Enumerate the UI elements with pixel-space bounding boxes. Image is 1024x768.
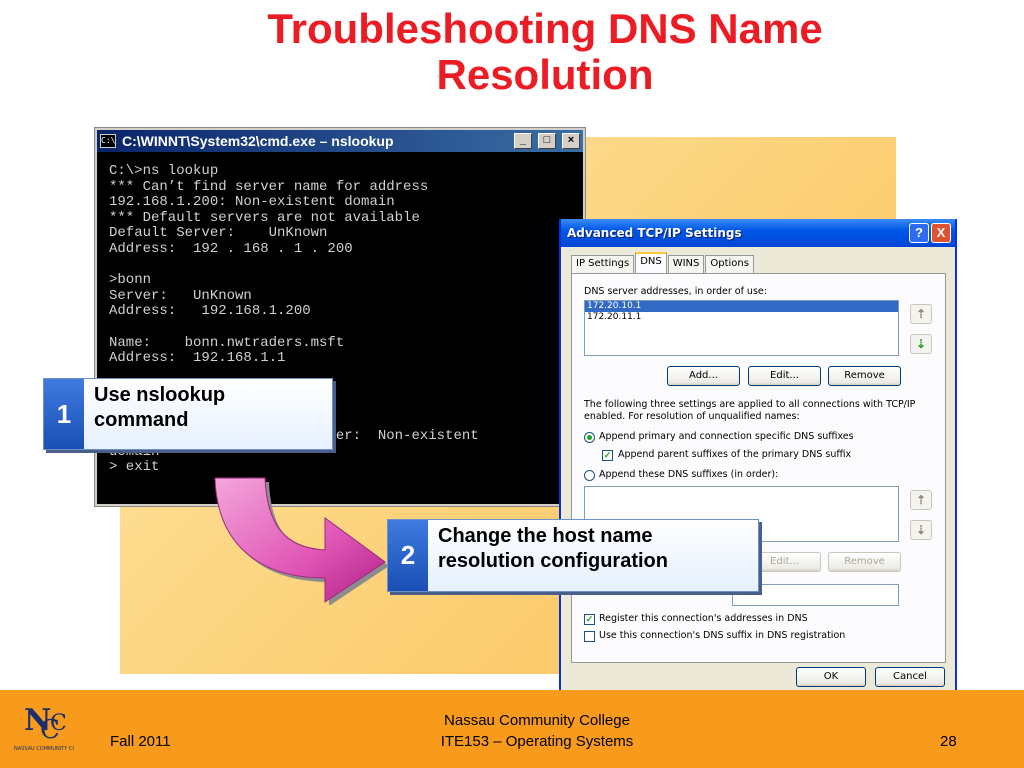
help-icon[interactable]: ? [909, 223, 929, 243]
close-icon[interactable]: X [931, 223, 951, 243]
cmd-line: Address: 192 . 168 . 1 . 200 [109, 240, 353, 257]
close-icon[interactable]: × [562, 133, 580, 149]
cmd-line: Default Server: UnKnown [109, 225, 328, 242]
callout-text: Use nslookup command [84, 379, 332, 449]
move-up-icon[interactable]: ⇡ [910, 304, 932, 324]
remove-button[interactable]: Remove [828, 366, 901, 386]
tab-dns[interactable]: DNS [635, 252, 667, 273]
callout-1: 1 Use nslookup command [43, 378, 333, 450]
description-line1: The following three settings are applied… [584, 399, 916, 410]
curved-arrow-icon [214, 477, 389, 605]
tab-wins[interactable]: WINS [667, 255, 705, 273]
callout-number: 2 [388, 520, 428, 591]
use-suffix-checkbox[interactable] [584, 631, 595, 642]
advanced-tcpip-dialog[interactable]: Advanced TCP/IP Settings ? X IP Settings… [559, 219, 957, 696]
maximize-icon[interactable]: □ [538, 133, 556, 149]
list-item[interactable]: 172.20.11.1 [585, 312, 898, 323]
register-label: Register this connection's addresses in … [599, 613, 808, 624]
minimize-icon[interactable]: _ [514, 133, 532, 149]
slide-title: Troubleshooting DNS Name Resolution [150, 6, 940, 98]
append-these-label: Append these DNS suffixes (in order): [599, 469, 779, 480]
dialog-titlebar[interactable]: Advanced TCP/IP Settings ? X [561, 219, 955, 247]
cmd-line [109, 258, 583, 274]
append-primary-label: Append primary and connection specific D… [599, 431, 854, 442]
cmd-titlebar[interactable]: C:\ C:\WINNT\System32\cmd.exe – nslookup… [97, 130, 583, 152]
edit-button[interactable]: Edit... [748, 366, 821, 386]
svg-text:NASSAU COMMUNITY COLLEGE: NASSAU COMMUNITY COLLEGE [14, 746, 74, 752]
cmd-line [109, 320, 583, 336]
append-these-radio[interactable] [584, 470, 595, 481]
cmd-title: C:\WINNT\System32\cmd.exe – nslookup [122, 133, 394, 149]
slide-title-line2: Resolution [436, 51, 654, 98]
cmd-line: Name: bonn.nwtraders.msft [109, 334, 345, 351]
callout-text-line2: resolution configuration [438, 550, 668, 572]
cmd-line: *** Can’t find server name for address [109, 178, 429, 195]
tab-ip-settings[interactable]: IP Settings [571, 255, 635, 273]
cancel-button[interactable]: Cancel [875, 667, 945, 687]
svg-text:C: C [50, 711, 67, 736]
cmd-line: Address: 192.168.1.1 [109, 350, 286, 367]
cmd-line: >bonn [109, 272, 152, 289]
tab-options[interactable]: Options [705, 255, 754, 273]
use-suffix-label: Use this connection's DNS suffix in DNS … [599, 630, 846, 641]
callout-text-line1: Use nslookup [94, 384, 226, 406]
suffix-remove-button[interactable]: Remove [828, 552, 901, 572]
callout-text: Change the host name resolution configur… [428, 520, 758, 591]
suffix-move-up-icon[interactable]: ⇡ [910, 490, 932, 510]
college-logo: N C C NASSAU COMMUNITY COLLEGE [14, 703, 74, 752]
append-parent-checkbox[interactable]: ✓ [602, 450, 613, 461]
footer-page-number: 28 [940, 733, 957, 750]
callout-2: 2 Change the host name resolution config… [387, 519, 759, 592]
list-item[interactable]: 172.20.10.1 [585, 301, 898, 312]
dialog-title: Advanced TCP/IP Settings [567, 226, 742, 240]
slide-title-line1: Troubleshooting DNS Name [267, 5, 823, 52]
suffix-move-down-icon[interactable]: ⇣ [910, 520, 932, 540]
callout-number: 1 [44, 379, 84, 449]
footer-term: Fall 2011 [110, 733, 171, 750]
append-primary-radio[interactable] [584, 432, 595, 443]
add-button[interactable]: Add... [667, 366, 740, 386]
cmd-line: C:\>ns lookup [109, 163, 219, 179]
dns-tab-panel: DNS server addresses, in order of use: 1… [571, 273, 946, 663]
dialog-tabs: IP Settings DNS WINS Options [571, 252, 755, 273]
cmd-line: Address: 192.168.1.200 [109, 303, 311, 320]
move-down-icon[interactable]: ⇣ [910, 334, 932, 354]
ok-button[interactable]: OK [796, 667, 866, 687]
dns-servers-label: DNS server addresses, in order of use: [584, 286, 767, 297]
footer-college: Nassau Community College [444, 712, 630, 729]
cmd-icon: C:\ [100, 134, 116, 148]
footer-course: ITE153 – Operating Systems [440, 733, 634, 750]
callout-text-line1: Change the host name [438, 525, 653, 547]
cmd-line: *** Default servers are not available [109, 209, 420, 226]
cmd-line: 192.168.1.200: Non-existent domain [109, 194, 395, 211]
dns-servers-list[interactable]: 172.20.10.1 172.20.11.1 [584, 300, 899, 356]
footer-bar [0, 690, 1024, 768]
append-parent-label: Append parent suffixes of the primary DN… [618, 449, 852, 460]
description-line2: enabled. For resolution of unqualified n… [584, 411, 800, 422]
callout-text-line2: command [94, 409, 189, 431]
register-checkbox[interactable]: ✓ [584, 614, 595, 625]
cmd-line: Server: UnKnown [109, 287, 252, 304]
